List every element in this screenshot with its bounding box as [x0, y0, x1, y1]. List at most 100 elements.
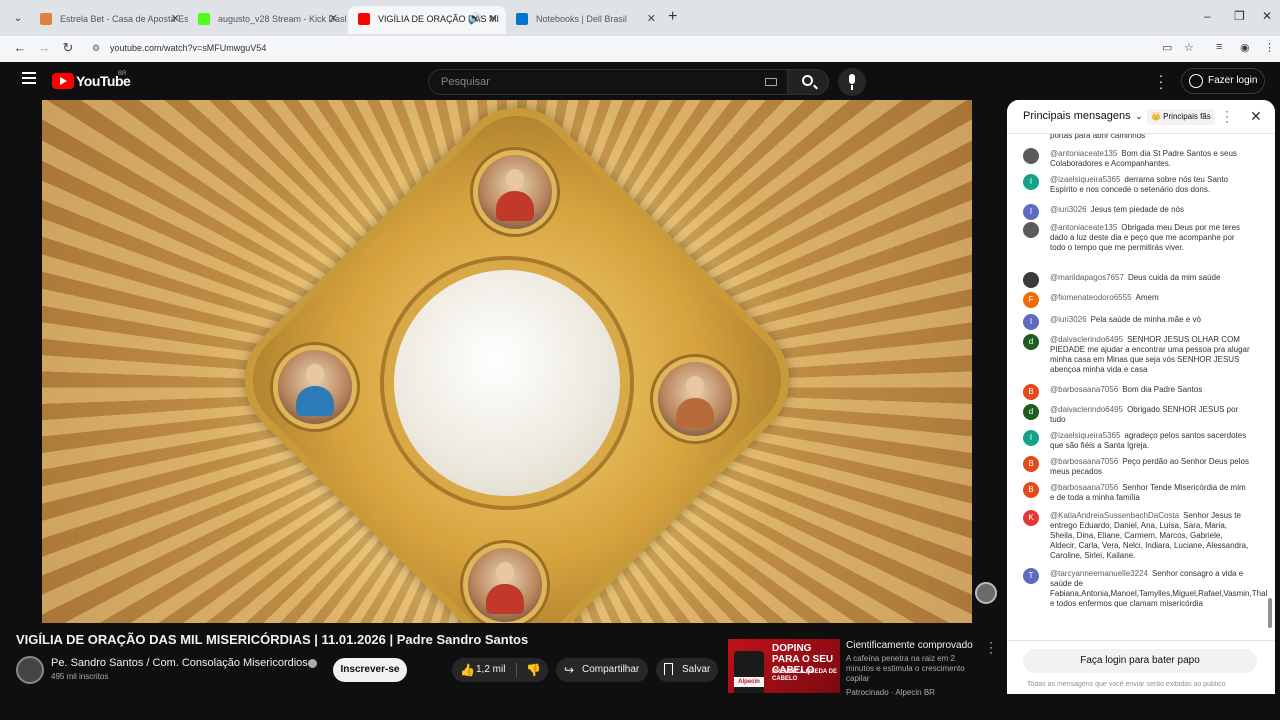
chat-avatar[interactable]: B — [1023, 482, 1039, 498]
settings-more-icon[interactable]: · · · — [1155, 68, 1167, 94]
close-window-icon[interactable]: ✕ — [1262, 9, 1272, 23]
close-tab-icon[interactable]: ✕ — [171, 6, 180, 32]
medallion-robe — [496, 191, 534, 221]
ad-sponsor-label: Patrocinado · Alpecin BR — [846, 688, 935, 697]
chat-message-list[interactable]: portas para abrir caminhos @antoniaceate1… — [1007, 134, 1267, 634]
profile-icon[interactable]: ◉ — [1240, 41, 1250, 54]
chat-avatar[interactable]: d — [1023, 334, 1039, 350]
tab-youtube-vigilia[interactable]: VIGÍLIA DE ORAÇÃO DAS MI 🔊 ✕ — [348, 6, 506, 34]
tab-title: Estrela Bet - Casa de Aposta Esp — [60, 14, 188, 24]
like-thumb-icon[interactable]: 👍 — [460, 658, 475, 682]
ad-thumbnail[interactable]: Alpecin DOPING PARA O SEU CABELO PREVINE… — [728, 639, 840, 693]
channel-name[interactable]: Pe. Sandro Santos / Com. Consolação Mise… — [51, 657, 314, 669]
youtube-header: YouTube BR Pesquisar · · · Fazer login — [0, 62, 1280, 100]
tab-search-chevron-icon[interactable]: ⌄ — [8, 9, 28, 29]
back-arrow-icon[interactable]: ← — [11, 40, 29, 55]
chat-author[interactable]: @izaelsiqueira5365 — [1050, 431, 1120, 440]
chat-scroll-thumb[interactable] — [1268, 598, 1272, 628]
subscribe-button[interactable]: Inscrever-se — [333, 658, 407, 682]
youtube-logo-icon[interactable] — [52, 73, 74, 89]
share-button[interactable]: ↪ Compartilhar — [556, 658, 648, 682]
chat-avatar[interactable]: B — [1023, 456, 1039, 472]
address-bar[interactable]: ⚙ youtube.com/watch?v=sMFUmwguV54 — [86, 38, 1206, 60]
chat-avatar[interactable]: I — [1023, 314, 1039, 330]
like-count[interactable]: 1,2 mil — [476, 658, 505, 682]
url-text[interactable]: youtube.com/watch?v=sMFUmwguV54 — [110, 43, 266, 53]
chat-scrollbar[interactable] — [1267, 140, 1272, 635]
browser-menu-icon[interactable]: ⋮ — [1264, 41, 1275, 54]
bookmark-star-icon[interactable]: ☆ — [1184, 41, 1194, 54]
chat-message-text: @daivaclerindo6495 SENHOR JESUS OLHAR COM… — [1050, 335, 1250, 375]
medallion-left — [278, 350, 352, 424]
chat-avatar[interactable] — [1023, 272, 1039, 288]
chat-author[interactable]: @antoniaceate135 — [1050, 223, 1117, 232]
chat-avatar[interactable] — [1023, 222, 1039, 238]
channel-watermark-icon[interactable] — [975, 582, 997, 604]
chat-avatar[interactable]: F — [1023, 292, 1039, 308]
like-dislike-group: 👍 1,2 mil 👎 — [452, 658, 548, 682]
maximize-icon[interactable]: ❐ — [1234, 9, 1245, 23]
search-placeholder: Pesquisar — [441, 76, 490, 88]
channel-avatar[interactable] — [16, 656, 44, 684]
minimize-icon[interactable]: – — [1204, 9, 1211, 23]
chat-more-icon[interactable]: · · · — [1225, 105, 1229, 127]
chat-avatar[interactable]: K — [1023, 510, 1039, 526]
top-fans-chip[interactable]: 👑 Principais fãs — [1147, 109, 1215, 125]
close-tab-icon[interactable]: ✕ — [647, 6, 656, 32]
tab-estrela-bet[interactable]: Estrela Bet - Casa de Aposta Esp ✕ — [30, 6, 188, 34]
chat-avatar[interactable]: I — [1023, 204, 1039, 220]
voice-search-mic-icon[interactable] — [838, 68, 866, 96]
chat-author[interactable]: @izaelsiqueira5365 — [1050, 175, 1120, 184]
video-player[interactable] — [42, 100, 972, 623]
chat-author[interactable]: @fiomenateodoro6555 — [1050, 293, 1132, 302]
site-info-icon[interactable]: ⚙ — [92, 43, 100, 54]
chat-author[interactable]: @barbosaana7056 — [1050, 385, 1118, 394]
chat-author[interactable]: @iuri3026 — [1050, 315, 1087, 324]
tab-dell-notebooks[interactable]: Notebooks | Dell Brasil ✕ — [506, 6, 664, 34]
save-button[interactable]: Salvar — [656, 658, 718, 682]
cast-icon[interactable]: ▭ — [1162, 41, 1172, 54]
close-tab-icon[interactable]: ✕ — [489, 6, 498, 32]
ad-more-icon[interactable]: · · · — [986, 636, 996, 658]
tab-title: augusto_v28 Stream - Kick Dash — [218, 14, 346, 24]
chat-message-text: @iuri3026 Jesus tem piedade de nós — [1050, 205, 1250, 215]
chat-author[interactable]: @daivaclerindo6495 — [1050, 335, 1123, 344]
search-input[interactable]: Pesquisar — [428, 69, 788, 95]
chat-author[interactable]: @barbosaana7056 — [1050, 457, 1118, 466]
chat-close-icon[interactable]: ✕ — [1250, 108, 1262, 125]
ad-title[interactable]: Cientificamente comprovado — [846, 640, 973, 651]
tab-kick-stream[interactable]: augusto_v28 Stream - Kick Dash ✕ — [188, 6, 346, 34]
chat-author[interactable]: @barbosaana7056 — [1050, 483, 1118, 492]
chevron-down-icon: ⌄ — [1132, 111, 1143, 121]
search-button[interactable] — [787, 69, 829, 95]
chat-login-button[interactable]: Faça login para bater papo — [1023, 649, 1257, 673]
chat-author[interactable]: @iuri3026 — [1050, 205, 1087, 214]
chat-author[interactable]: @marildapagos7657 — [1050, 273, 1124, 282]
chat-mode-dropdown[interactable]: Principais mensagens ⌄ — [1023, 110, 1143, 122]
chat-avatar[interactable]: B — [1023, 384, 1039, 400]
video-title: VIGÍLIA DE ORAÇÃO DAS MIL MISERICÓRDIAS … — [16, 632, 529, 647]
share-arrow-icon: ↪ — [564, 663, 575, 677]
new-tab-button[interactable]: + — [668, 8, 677, 26]
dislike-thumb-icon[interactable]: 👎 — [526, 658, 541, 682]
close-tab-icon[interactable]: ✕ — [329, 6, 338, 32]
chat-author[interactable]: @KatiaAndreiaSussenbachDaCosta — [1050, 511, 1179, 520]
chat-avatar[interactable]: I — [1023, 430, 1039, 446]
chat-author[interactable]: @tarcyanneemanuelle3224 — [1050, 569, 1148, 578]
sign-in-button[interactable]: Fazer login — [1181, 68, 1265, 94]
chat-author[interactable]: @antoniaceate135 — [1050, 149, 1117, 158]
hamburger-menu-icon[interactable] — [22, 72, 36, 84]
chat-text: portas para abrir caminhos — [1050, 134, 1146, 140]
chat-avatar[interactable]: T — [1023, 568, 1039, 584]
chat-message-text: @fiomenateodoro6555 Amem — [1050, 293, 1250, 303]
chat-avatar[interactable] — [1023, 148, 1039, 164]
reload-icon[interactable]: ↻ — [59, 40, 77, 56]
chat-avatar[interactable]: d — [1023, 404, 1039, 420]
audio-playing-icon[interactable]: 🔊 — [468, 6, 482, 32]
chat-message-text: @izaelsiqueira5365 derrama sobre nós teu … — [1050, 175, 1250, 195]
chat-avatar[interactable]: I — [1023, 174, 1039, 190]
forward-arrow-icon[interactable]: → — [35, 40, 53, 55]
chat-author[interactable]: @daivaclerindo6495 — [1050, 405, 1123, 414]
extensions-icon[interactable]: ≡ — [1216, 41, 1222, 53]
keyboard-icon[interactable] — [765, 78, 777, 86]
